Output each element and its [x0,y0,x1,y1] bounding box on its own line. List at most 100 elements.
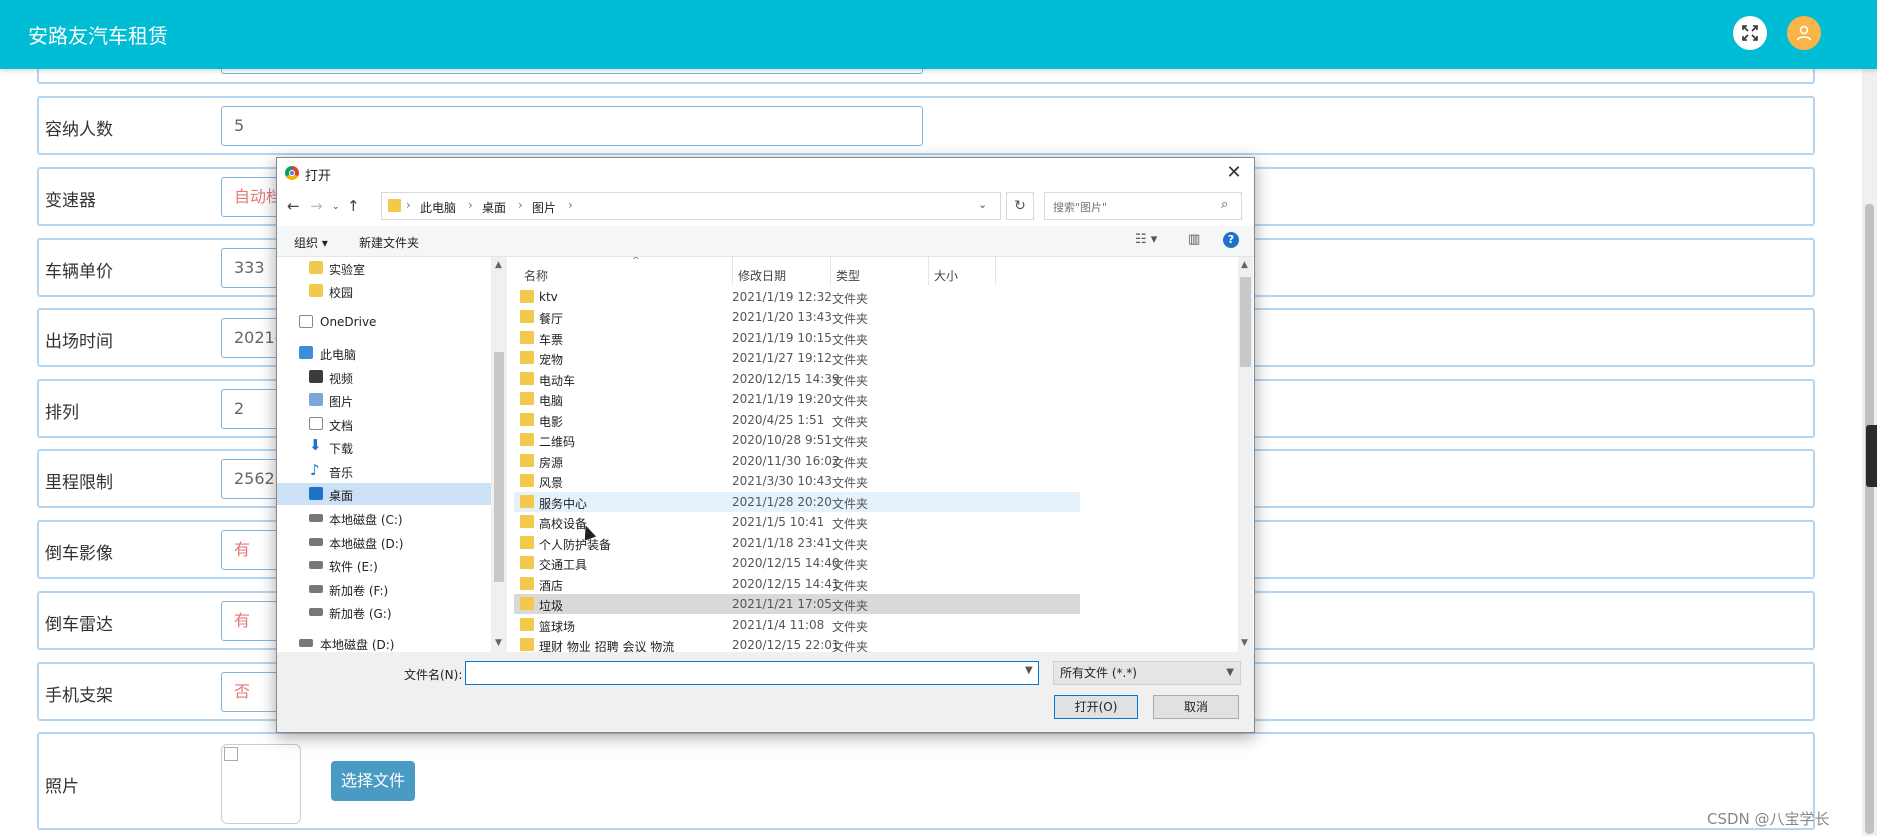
file-list-scrollbar[interactable]: ▲ ▼ [1238,257,1253,652]
column-header-type[interactable]: 类型 [836,267,860,284]
nav-item-pictures[interactable]: 图片 [277,389,492,411]
up-icon[interactable]: ↑ [347,197,360,215]
file-row[interactable]: 二维码 2020/10/28 9:51 文件夹 [514,430,1080,450]
nav-item-music[interactable]: ♪ 音乐 [277,460,492,482]
search-field[interactable]: ⌕ [1044,192,1242,220]
nav-item-lab[interactable]: 实验室 [277,257,492,279]
nav-item-drive-e[interactable]: 软件 (E:) [277,554,492,576]
nav-item-label: 图片 [329,395,354,409]
nav-item-videos[interactable]: 视频 [277,366,492,388]
user-avatar-button[interactable] [1787,16,1821,50]
folder-icon [520,290,534,303]
nav-item-desktop[interactable]: 桌面 [277,483,492,505]
nav-item-drive-d[interactable]: 本地磁盘 (D:) [277,531,492,553]
column-header-modified[interactable]: 修改日期 [738,267,786,284]
file-type: 文件夹 [832,394,869,408]
filetype-select[interactable]: 所有文件 (*.*) ▼ [1053,661,1241,685]
file-row[interactable]: 风景 2021/3/30 10:43 文件夹 [514,471,1080,491]
folder-icon [520,618,534,631]
choose-file-button[interactable]: 选择文件 [331,761,415,801]
preview-pane-icon[interactable]: ▥ [1188,232,1200,247]
photo-preview [221,744,301,824]
file-name: 交通工具 [539,558,588,572]
file-row[interactable]: 宠物 2021/1/27 19:12 文件夹 [514,348,1080,368]
column-divider[interactable] [928,257,929,285]
file-row[interactable]: 电动车 2020/12/15 14:39 文件夹 [514,369,1080,389]
column-divider[interactable] [732,257,733,285]
back-icon[interactable]: ← [287,197,300,215]
page-scrollbar-thumb[interactable] [1865,204,1874,834]
refresh-icon: ↻ [1014,198,1026,214]
column-header-size[interactable]: 大小 [934,267,958,284]
file-name: 电动车 [539,374,576,388]
nav-item-label: 新加卷 (F:) [329,584,389,598]
nav-item-drive-c[interactable]: 本地磁盘 (C:) [277,507,492,529]
organize-menu[interactable]: 组织 ▾ [294,234,328,251]
file-name: 篮球场 [539,620,576,634]
file-row[interactable]: 餐厅 2021/1/20 13:43 文件夹 [514,307,1080,327]
fullscreen-button[interactable] [1733,16,1767,50]
file-row[interactable]: 垃圾 2021/1/21 17:05 文件夹 [514,594,1080,614]
help-icon[interactable]: ? [1223,232,1239,248]
view-options-icon[interactable]: ☷ ▾ [1135,232,1157,247]
close-button[interactable]: ✕ [1222,161,1246,185]
file-row[interactable]: 高校设备 2021/1/5 10:41 文件夹 [514,512,1080,532]
nav-item-drive-d2[interactable]: 本地磁盘 (D:) [277,632,492,652]
breadcrumb-item[interactable]: 此电脑 [420,199,456,216]
capacity-input[interactable]: 5 [221,106,923,146]
nav-item-onedrive[interactable]: OneDrive [277,311,492,333]
nav-item-this-pc[interactable]: 此电脑 [277,342,492,364]
scroll-down-icon[interactable]: ▼ [1241,638,1248,648]
file-row[interactable]: 交通工具 2020/12/15 14:40 文件夹 [514,553,1080,573]
file-open-dialog: 打开 ✕ ← → ⌄ ↑ › 此电脑 › 桌面 › 图片 › ⌄ ↻ ⌕ 组织 … [276,157,1255,733]
file-row[interactable]: 电脑 2021/1/19 19:20 文件夹 [514,389,1080,409]
file-row[interactable]: 服务中心 2021/1/28 20:20 文件夹 [514,492,1080,512]
file-row[interactable]: 个人防护装备 2021/1/18 23:41 文件夹 [514,533,1080,553]
scroll-up-icon[interactable]: ▲ [1241,260,1248,270]
file-date: 2020/10/28 9:51 [732,433,832,447]
file-row[interactable]: 房源 2020/11/30 16:02 文件夹 [514,451,1080,471]
nav-item-campus[interactable]: 校园 [277,280,492,302]
refresh-button[interactable]: ↻ [1006,192,1034,220]
nav-pane-scrollbar-thumb[interactable] [494,352,504,582]
file-row[interactable]: 电影 2020/4/25 1:51 文件夹 [514,410,1080,430]
scroll-up-icon[interactable]: ▲ [495,260,502,270]
nav-item-drive-g[interactable]: 新加卷 (G:) [277,601,492,623]
column-divider[interactable] [830,257,831,285]
folder-icon [520,536,534,549]
file-row[interactable]: 车票 2021/1/19 10:15 文件夹 [514,328,1080,348]
file-name: 服务中心 [539,497,588,511]
recent-dropdown-icon[interactable]: ⌄ [332,202,340,212]
open-button[interactable]: 打开(O) [1054,695,1138,719]
drive-icon [309,561,323,569]
folder-icon [520,495,534,508]
side-handle[interactable] [1866,425,1877,487]
chevron-down-icon[interactable]: ⌄ [978,198,987,211]
cancel-button[interactable]: 取消 [1153,695,1239,719]
nav-item-drive-f[interactable]: 新加卷 (F:) [277,578,492,600]
column-divider[interactable] [995,257,996,285]
nav-pane-scrollbar[interactable]: ▲ ▼ [491,257,507,652]
forward-icon[interactable]: → [310,197,323,215]
search-input[interactable] [1051,197,1215,217]
file-row[interactable]: 理财 物业 招聘 会议 物流 2020/12/15 22:01 文件夹 [514,635,1080,652]
dialog-titlebar[interactable]: 打开 ✕ [277,158,1254,188]
nav-item-documents[interactable]: 文档 [277,413,492,435]
drive-icon [299,639,313,647]
file-row[interactable]: 酒店 2020/12/15 14:41 文件夹 [514,574,1080,594]
nav-item-label: 下载 [329,442,354,456]
file-row[interactable]: ktv 2021/1/19 12:32 文件夹 [514,287,1080,307]
chevron-down-icon[interactable]: ▼ [1025,665,1033,676]
file-list-scrollbar-thumb[interactable] [1240,277,1251,367]
search-icon: ⌕ [1221,197,1229,212]
new-folder-button[interactable]: 新建文件夹 [359,234,419,251]
address-bar[interactable]: › 此电脑 › 桌面 › 图片 › ⌄ [381,192,1001,220]
file-type: 文件夹 [832,599,869,613]
filename-input[interactable] [465,661,1039,685]
scroll-down-icon[interactable]: ▼ [495,638,502,648]
file-row[interactable]: 篮球场 2021/1/4 11:08 文件夹 [514,615,1080,635]
breadcrumb-item[interactable]: 图片 [532,199,556,216]
nav-item-downloads[interactable]: ⬇ 下载 [277,436,492,458]
column-header-name[interactable]: 名称 [524,267,548,284]
breadcrumb-item[interactable]: 桌面 [482,199,506,216]
